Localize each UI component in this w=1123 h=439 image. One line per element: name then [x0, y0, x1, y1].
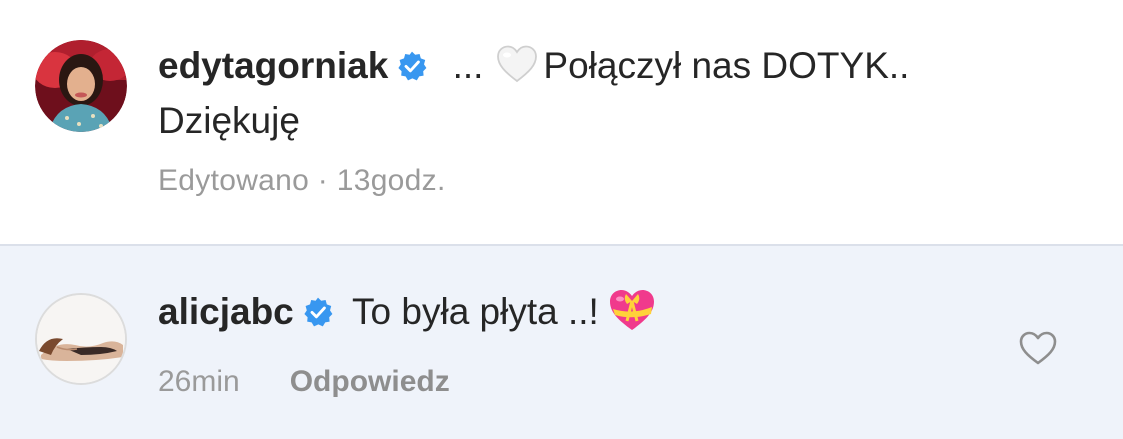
- caption-text: edytagorniak ... Połączył nas DOTYK.. Dz…: [158, 38, 1058, 148]
- heart-with-ribbon-icon: [609, 290, 654, 330]
- comment-item: alicjabc To była płyta ..! 26min Odpowied…: [0, 246, 1123, 439]
- comment-meta: 26min Odpowiedz: [158, 365, 450, 399]
- comment-text: alicjabc To była płyta ..!: [158, 284, 657, 339]
- verified-badge-icon: [304, 297, 333, 327]
- caption-username[interactable]: edytagorniak: [158, 45, 388, 86]
- heart-outline-icon[interactable]: [1018, 330, 1058, 366]
- meta-separator: ·: [317, 164, 329, 197]
- caption-timestamp: 13godz.: [336, 164, 446, 197]
- avatar-image: [35, 40, 127, 132]
- caption-line1: Połączył nas DOTYK..: [543, 45, 910, 86]
- comment-timestamp: 26min: [158, 365, 240, 398]
- caption-ellipsis: ...: [452, 45, 484, 86]
- comment-body: To była płyta ..!: [352, 291, 599, 332]
- avatar-image: [37, 295, 125, 383]
- post-caption: edytagorniak ... Połączył nas DOTYK.. Dz…: [0, 0, 1123, 244]
- reply-button[interactable]: Odpowiedz: [290, 365, 450, 398]
- white-heart-icon: [497, 45, 538, 83]
- avatar[interactable]: [35, 40, 127, 132]
- edited-label: Edytowano: [158, 164, 310, 197]
- caption-meta: Edytowano · 13godz.: [158, 164, 446, 198]
- avatar[interactable]: [35, 293, 127, 385]
- verified-badge-icon: [398, 51, 427, 81]
- caption-line2: Dziękuję: [158, 100, 300, 141]
- comment-username[interactable]: alicjabc: [158, 291, 294, 332]
